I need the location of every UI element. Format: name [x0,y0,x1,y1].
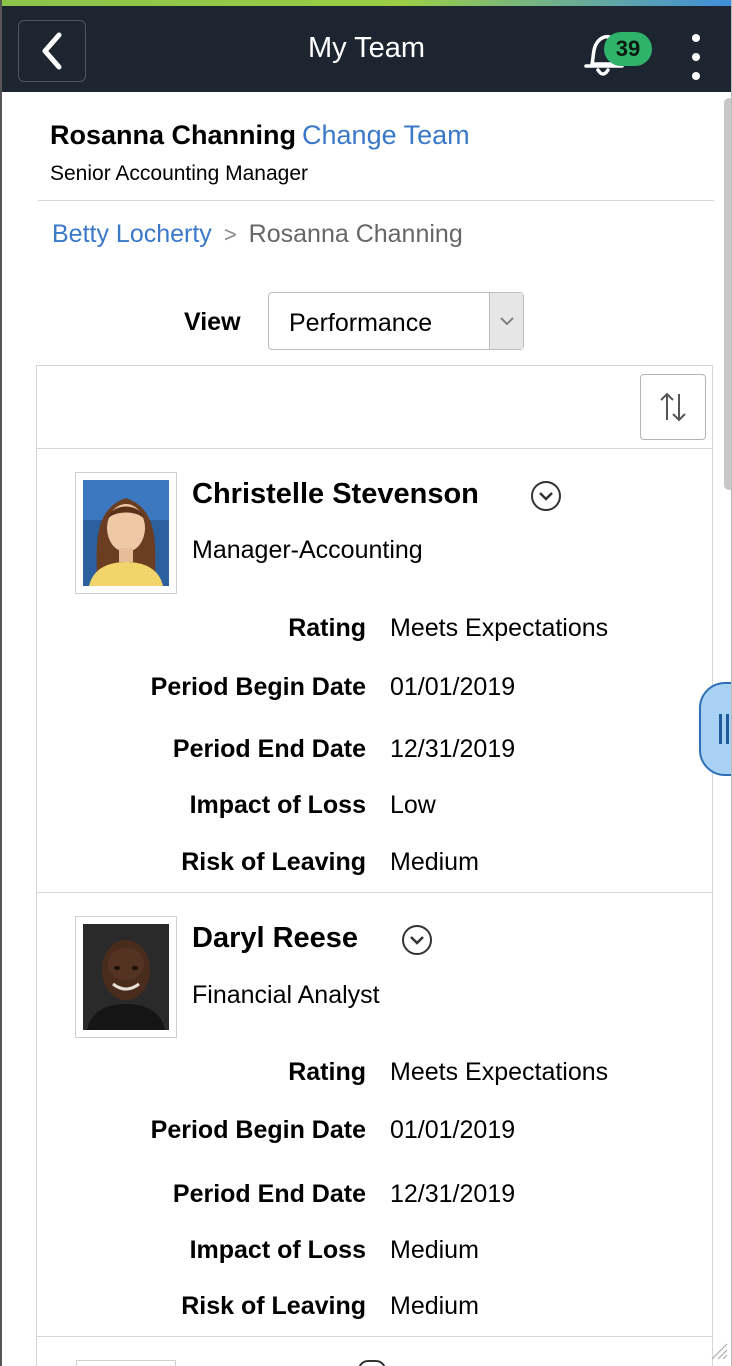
sort-icon [660,392,686,422]
field-label-impact-of-loss: Impact of Loss [189,791,366,819]
view-label: View [184,308,241,336]
field-value-risk-of-leaving: Medium [390,1292,479,1320]
field-label-risk-of-leaving: Risk of Leaving [181,848,366,876]
field-label-period-end: Period End Date [172,735,366,763]
field-value-rating: Meets Expectations [390,614,609,642]
notification-badge: 39 [604,32,652,66]
man-portrait-image [83,924,169,1030]
view-select-value: Performance [289,309,433,337]
employee-photo[interactable] [75,472,177,594]
divider [37,1336,712,1337]
panel-handle-bar [726,714,729,744]
panel-handle-icon [719,714,722,744]
dropdown-arrow-icon [489,293,523,349]
divider [37,892,712,893]
field-label-period-end: Period End Date [172,1180,366,1208]
view-select[interactable]: Performance [268,292,524,350]
field-value-risk-of-leaving: Medium [390,848,479,876]
app-header: My Team 39 [2,6,731,92]
employee-photo[interactable] [76,1360,176,1366]
field-value-period-end: 12/31/2019 [390,735,516,763]
field-label-period-begin: Period Begin Date [150,1116,366,1144]
app-frame: My Team 39 Rosanna Channing Change Team S… [0,0,732,1366]
field-value-impact-of-loss: Medium [390,1236,479,1264]
employee-role: Manager-Accounting [192,536,423,564]
chevron-down-circle-icon[interactable] [530,480,562,512]
chevron-down-circle-icon[interactable] [358,1360,386,1366]
field-label-rating: Rating [288,614,366,642]
breadcrumb: Betty Locherty > Rosanna Channing [52,220,463,249]
sort-button[interactable] [640,374,706,440]
employee-name[interactable]: Christelle Stevenson [192,478,479,511]
resize-grip-icon[interactable] [708,1340,728,1360]
field-value-period-end: 12/31/2019 [390,1180,516,1208]
divider [37,448,712,449]
breadcrumb-separator: > [223,222,237,247]
field-value-rating: Meets Expectations [390,1058,609,1086]
actions-menu-button[interactable] [688,34,704,80]
field-label-risk-of-leaving: Risk of Leaving [181,1292,366,1320]
change-team-link[interactable]: Change Team [302,120,470,150]
employee-photo[interactable] [75,916,177,1038]
manager-name: Rosanna Channing [50,120,297,150]
employee-role: Financial Analyst [192,981,380,1009]
field-value-period-begin: 01/01/2019 [390,1116,516,1144]
chevron-down-circle-icon[interactable] [401,924,433,956]
field-value-period-begin: 01/01/2019 [390,673,516,701]
field-value-impact-of-loss: Low [390,791,436,819]
breadcrumb-current: Rosanna Channing [248,220,463,248]
field-label-impact-of-loss: Impact of Loss [189,1236,366,1264]
kebab-dot [692,53,700,61]
employee-name[interactable]: Daryl Reese [192,922,358,955]
manager-header: Rosanna Channing Change Team [50,120,470,151]
woman-portrait-image [83,480,169,586]
breadcrumb-link[interactable]: Betty Locherty [52,220,212,248]
vertical-scrollbar[interactable] [724,98,731,490]
field-label-period-begin: Period Begin Date [150,673,366,701]
field-label-rating: Rating [288,1058,366,1086]
kebab-dot [692,72,700,80]
panel-handle-button[interactable] [699,682,731,776]
divider [38,200,714,201]
kebab-menu-icon [692,34,700,42]
manager-job-title: Senior Accounting Manager [50,162,308,185]
